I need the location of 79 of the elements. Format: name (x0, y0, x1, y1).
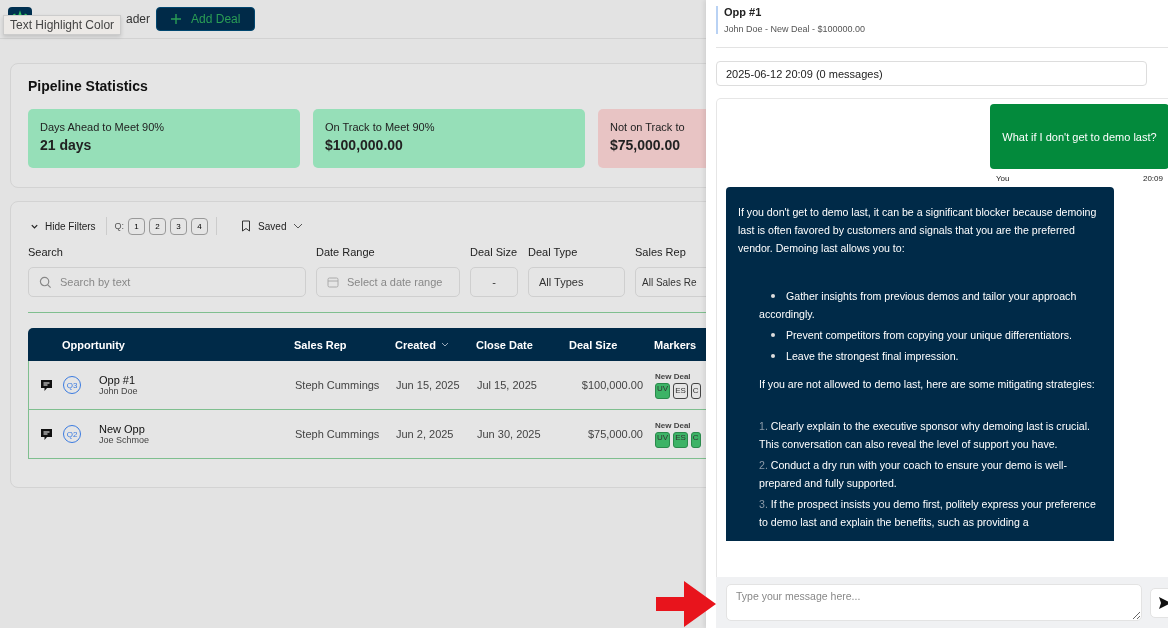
send-icon (1158, 595, 1168, 610)
column-header[interactable]: Opportunity (62, 338, 294, 351)
chat-subtitle: John Doe - New Deal - $100000.00 (724, 24, 866, 34)
deal-size-field[interactable]: - (470, 267, 518, 297)
table-cell-text: Steph Cummings (295, 428, 381, 440)
chat-title: Opp #1 (724, 6, 763, 18)
marker-tag: C (690, 431, 701, 448)
quarter-button[interactable]: 1 (128, 217, 146, 235)
contact-name: Joe Schmoe (99, 435, 150, 445)
field-label: Search (28, 246, 64, 258)
message-paragraph: If you are not allowed to demo last, here are some mitigating strategies: (758, 377, 1096, 392)
stat-label: Days Ahead to Meet 90% (40, 121, 166, 133)
marker-title: New Deal (655, 420, 692, 430)
quarter-button[interactable]: 3 (170, 217, 188, 235)
quarter-button[interactable]: 2 (149, 217, 167, 235)
opportunity-name: Opp #1 (99, 374, 137, 386)
message-time: 20:09 (1142, 174, 1163, 183)
comment-icon[interactable] (39, 427, 53, 441)
quarter-button[interactable]: 4 (191, 217, 209, 235)
add-deal-button[interactable]: Add Deal (156, 7, 256, 31)
stat-label: Not on Track to (610, 121, 686, 133)
stat-value: $100,000.00 (325, 137, 404, 153)
chevron-down-icon (293, 222, 304, 230)
bookmark-icon (241, 220, 252, 232)
contact-name: John Doe (99, 386, 138, 396)
quarter-label: Q: (114, 221, 125, 231)
numbered-item: 2. Conduct a dry run with your coach to ensure your demo is well-prepared and fully supported. (759, 458, 1068, 491)
field-label: Sales Rep (635, 246, 687, 258)
table-cell-text: $100,000.00 (580, 379, 644, 391)
calendar-icon (327, 276, 339, 288)
marker-tag: UV (655, 382, 671, 399)
column-header[interactable]: Created (395, 338, 476, 351)
stat-value: 21 days (40, 137, 93, 153)
table-cell-text: $75,000.00 (586, 428, 644, 440)
field-label: Deal Size (470, 246, 518, 258)
table-cell-text: Jun 30, 2025 (477, 428, 542, 440)
numbered-item: 1. Clearly explain to the executive sponsor why demoing last is crucial. This conversation can also reveal the level of support you have. (759, 419, 1091, 452)
hide-filters-button[interactable]: Hide Filters (28, 220, 98, 232)
deal-type-select[interactable]: All Types (528, 267, 625, 297)
search-icon (39, 275, 52, 289)
bullet-item: Prevent competitors from copying your unique differentiators. (759, 326, 1102, 344)
marker-tag: C (690, 382, 701, 399)
field-label: Deal Type (528, 246, 579, 258)
opportunity-name: New Opp (99, 423, 145, 435)
table-cell-text: Jul 15, 2025 (477, 379, 538, 391)
tooltip: Text Highlight Color (3, 15, 122, 35)
table-cell-text: Steph Cummings (295, 379, 381, 391)
comment-icon[interactable] (39, 378, 53, 392)
marker-tag: ES (673, 431, 688, 448)
sender-name: You (996, 174, 1010, 183)
saved-button[interactable]: Saved (239, 220, 306, 232)
column-header[interactable]: Sales Rep (294, 338, 395, 351)
numbered-item: 3. If the prospect insists you demo first, politely express your preference to demo last and explain the benefits, such as providing a (759, 497, 1097, 530)
marker-tag: ES (673, 382, 688, 399)
section-title: Pipeline Statistics (28, 78, 149, 94)
message-paragraph: If you don't get to demo last, it can be a significant blocker because demoing last is often favored by customers and signals that you are the preferred vendor. Demoing last allows you to: (738, 205, 1098, 256)
bullet-item: Leave the strongest final impression. (759, 347, 1102, 365)
marker-title: New Deal (655, 371, 692, 381)
table-row[interactable]: Q3 Opp #1 John Doe Steph Cummings Jun 15, 2025 Jul 15, 2025 $100,000.00 New Deal UV ES C (28, 361, 706, 410)
field-label: Date Range (316, 246, 376, 258)
column-header[interactable]: Markers (654, 338, 706, 351)
column-header[interactable]: Close Date (476, 338, 569, 351)
bullet-dot-icon (771, 354, 775, 359)
bullet-dot-icon (771, 333, 775, 338)
table-row[interactable]: Q2 New Opp Joe Schmoe Steph Cummings Jun 2, 2025 Jun 30, 2025 $75,000.00 New Deal UV ES C (28, 410, 706, 459)
plus-icon (171, 14, 182, 24)
pointer-arrow-icon (656, 581, 716, 627)
user-message: What if I don't get to demo last? (990, 104, 1168, 169)
marker-tag: UV (655, 431, 671, 448)
stat-label: On Track to Meet 90% (325, 121, 436, 133)
stat-value: $75,000.00 (610, 137, 682, 153)
bullet-item: Gather insights from previous demos and tailor your approach accordingly. (759, 289, 1078, 322)
message-input[interactable]: Type your message here... (726, 584, 1142, 621)
column-header[interactable]: Deal Size (569, 338, 654, 351)
table-cell-text: Jun 15, 2025 (396, 379, 461, 391)
session-select[interactable]: 2025-06-12 20:09 (0 messages) (716, 61, 1147, 86)
app-title: ader (126, 12, 151, 26)
bullet-dot-icon (771, 294, 775, 299)
table-cell-text: Jun 2, 2025 (396, 428, 455, 440)
